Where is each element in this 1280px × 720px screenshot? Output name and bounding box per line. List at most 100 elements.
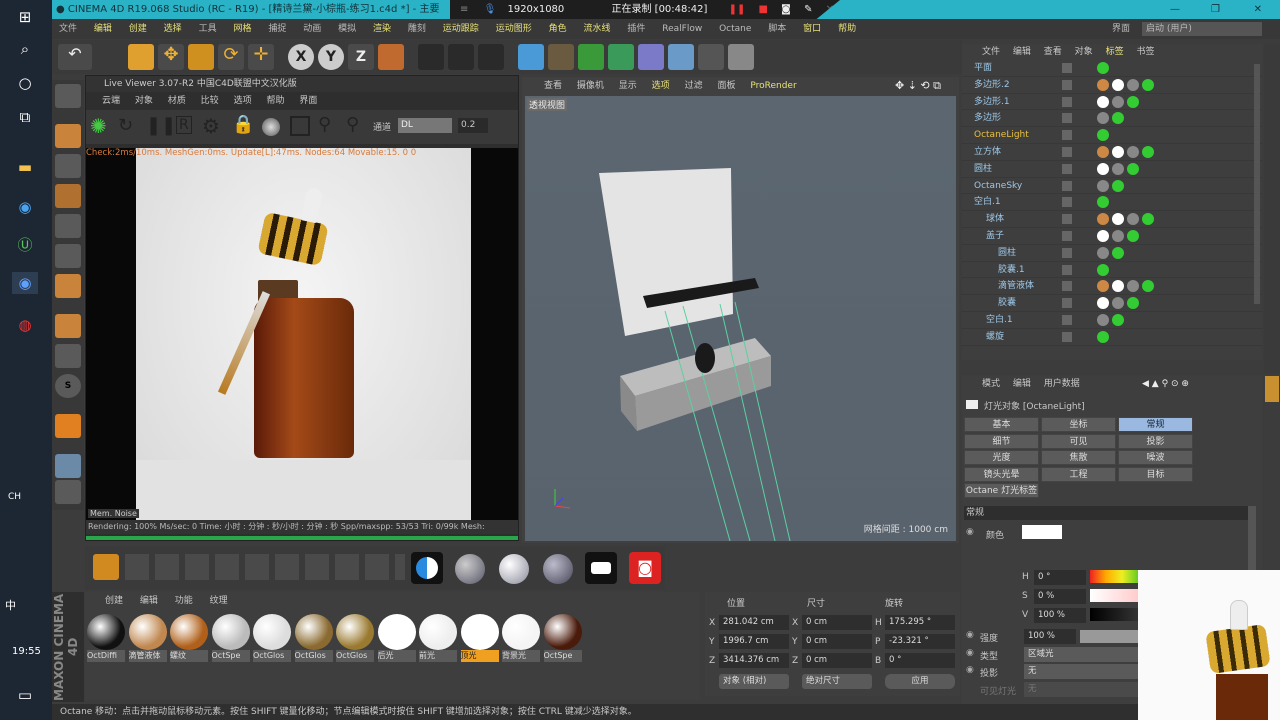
material-tag-icon[interactable] — [1097, 213, 1109, 226]
attribute-tab[interactable]: 镜头光晕 — [964, 466, 1039, 482]
om-menu-tags[interactable]: 标签 — [1106, 47, 1124, 57]
points-mode-icon[interactable] — [55, 214, 81, 238]
menu-character[interactable]: 角色 — [549, 24, 567, 34]
lv-menu-objects[interactable]: 对象 — [135, 96, 153, 106]
size-z-field[interactable]: 0 cm — [802, 653, 872, 668]
visibility-toggle[interactable] — [1062, 214, 1072, 225]
lock-workplane-icon[interactable] — [55, 454, 81, 478]
pause-button[interactable]: ❚❚ — [729, 4, 746, 15]
camera-icon[interactable] — [698, 44, 724, 70]
lv-menu-cloud[interactable]: 云端 — [102, 96, 120, 106]
position-x-field[interactable]: 281.042 cm — [719, 615, 789, 630]
material-tag-icon[interactable] — [1097, 95, 1109, 108]
hue-slider[interactable] — [1090, 570, 1138, 583]
lv-menu-options[interactable]: 选项 — [234, 96, 252, 106]
material-item[interactable]: OctGlos — [253, 614, 291, 664]
x-axis-icon[interactable]: X — [288, 44, 314, 70]
visibility-toggle[interactable] — [1062, 96, 1072, 107]
y-axis-icon[interactable]: Y — [318, 44, 344, 70]
lv-menu-help[interactable]: 帮助 — [266, 96, 284, 106]
rotation-p-field[interactable]: -23.321 ° — [885, 634, 955, 649]
windows-start-icon[interactable]: ⊞ — [12, 6, 38, 28]
attribute-tab[interactable]: 细节 — [964, 433, 1039, 449]
octane-light-icon[interactable] — [585, 552, 617, 584]
material-item[interactable]: OctDiffi — [87, 614, 125, 664]
object-row[interactable]: 立方体 — [962, 144, 1262, 161]
z-axis-icon[interactable]: Z — [348, 44, 374, 70]
axis-mode-icon[interactable] — [55, 314, 81, 338]
rotation-h-field[interactable]: 175.295 ° — [885, 615, 955, 630]
material-tag-icon[interactable] — [1142, 213, 1154, 226]
material-item[interactable]: 滴管液体 — [128, 614, 167, 664]
am-nav-icons[interactable]: ◀ ▲ ⚲ ⊙ ⊕ — [1142, 375, 1189, 393]
object-list-scrollbar[interactable] — [1254, 64, 1260, 304]
position-y-field[interactable]: 1996.7 cm — [719, 634, 789, 649]
object-row[interactable]: 盖子 — [962, 228, 1262, 245]
visibility-toggle[interactable] — [1062, 314, 1072, 325]
material-tag-icon[interactable] — [1127, 229, 1139, 242]
octane-pen-icon[interactable] — [93, 554, 119, 580]
visible-light-select[interactable]: 无 — [1024, 682, 1138, 697]
object-row[interactable]: 胶囊 — [962, 295, 1262, 312]
task-view-icon[interactable]: ⧉ — [12, 106, 38, 128]
vp-menu-filter[interactable]: 过滤 — [685, 81, 703, 91]
visibility-toggle[interactable] — [1062, 79, 1072, 90]
material-ball-icon[interactable] — [262, 118, 280, 136]
attribute-tab[interactable]: 噪波 — [1118, 450, 1193, 465]
object-row[interactable]: 滴管液体 — [962, 278, 1262, 296]
menu-mograph[interactable]: 运动图形 — [496, 24, 532, 34]
material-item[interactable]: OctSpe — [211, 614, 250, 664]
recorder-icon[interactable]: ◍ — [12, 314, 38, 336]
menu-render[interactable]: 渲染 — [373, 24, 391, 34]
move-icon[interactable]: ✥ — [158, 44, 184, 70]
size-x-field[interactable]: 0 cm — [802, 615, 872, 630]
menu-pipeline[interactable]: 流水线 — [583, 24, 610, 34]
menu-simulate[interactable]: 模拟 — [338, 24, 356, 34]
material-tag-icon[interactable] — [1127, 145, 1139, 158]
menu-window[interactable]: 窗口 — [803, 24, 821, 34]
pick-material-icon[interactable]: ⚲ — [346, 114, 359, 135]
menu-tools[interactable]: 工具 — [199, 24, 217, 34]
scale-icon[interactable] — [188, 44, 214, 70]
position-z-field[interactable]: 3414.376 cm — [719, 653, 789, 668]
visibility-toggle[interactable] — [1062, 247, 1072, 258]
screenshot-button[interactable]: ◙ — [781, 4, 791, 15]
om-menu-view[interactable]: 查看 — [1044, 47, 1062, 57]
octane-render-icon[interactable]: ✺ — [90, 114, 107, 138]
snap-icon[interactable]: S — [55, 374, 81, 398]
material-tag-icon[interactable] — [1112, 95, 1124, 108]
visibility-toggle[interactable] — [1062, 180, 1072, 191]
am-menu-userdata[interactable]: 用户数据 — [1044, 379, 1080, 389]
language-indicator[interactable]: CH — [8, 492, 21, 502]
pick-focus-icon[interactable]: ⚲ — [318, 114, 331, 135]
attribute-tab[interactable]: 目标 — [1118, 466, 1193, 482]
object-tags[interactable] — [1097, 330, 1112, 348]
material-tag-icon[interactable] — [1097, 196, 1109, 209]
menu-script[interactable]: 脚本 — [768, 24, 786, 34]
vp-menu-cameras[interactable]: 摄像机 — [577, 81, 604, 91]
make-editable-icon[interactable] — [55, 84, 81, 108]
attribute-side-tab[interactable] — [1265, 376, 1279, 402]
menu-plugins[interactable]: 插件 — [627, 24, 645, 34]
material-tag-icon[interactable] — [1097, 179, 1109, 192]
model-mode-icon[interactable] — [55, 124, 81, 148]
menu-file[interactable]: 文件 — [59, 24, 77, 34]
object-row[interactable]: 圆柱 — [962, 161, 1262, 178]
coordinate-system-icon[interactable] — [378, 44, 404, 70]
object-row[interactable]: 螺旋 — [962, 329, 1262, 346]
material-tag-icon[interactable] — [1127, 280, 1139, 293]
material-tag-icon[interactable] — [1097, 112, 1109, 125]
glossy-material-icon[interactable] — [499, 554, 529, 584]
material-tag-icon[interactable] — [1112, 78, 1124, 91]
mat-menu-edit[interactable]: 编辑 — [140, 596, 158, 606]
material-tag-icon[interactable] — [1127, 95, 1139, 108]
subdivision-icon[interactable] — [578, 44, 604, 70]
visibility-toggle[interactable] — [1062, 298, 1072, 309]
visibility-toggle[interactable] — [1062, 146, 1072, 157]
material-item[interactable]: 螺纹 — [170, 614, 208, 664]
visibility-toggle[interactable] — [1062, 163, 1072, 174]
menu-animate[interactable]: 动画 — [303, 24, 321, 34]
object-row[interactable]: 空白.1 — [962, 312, 1262, 329]
saturation-field[interactable]: 0 % — [1034, 589, 1086, 604]
object-row[interactable]: 多边形 — [962, 110, 1262, 128]
